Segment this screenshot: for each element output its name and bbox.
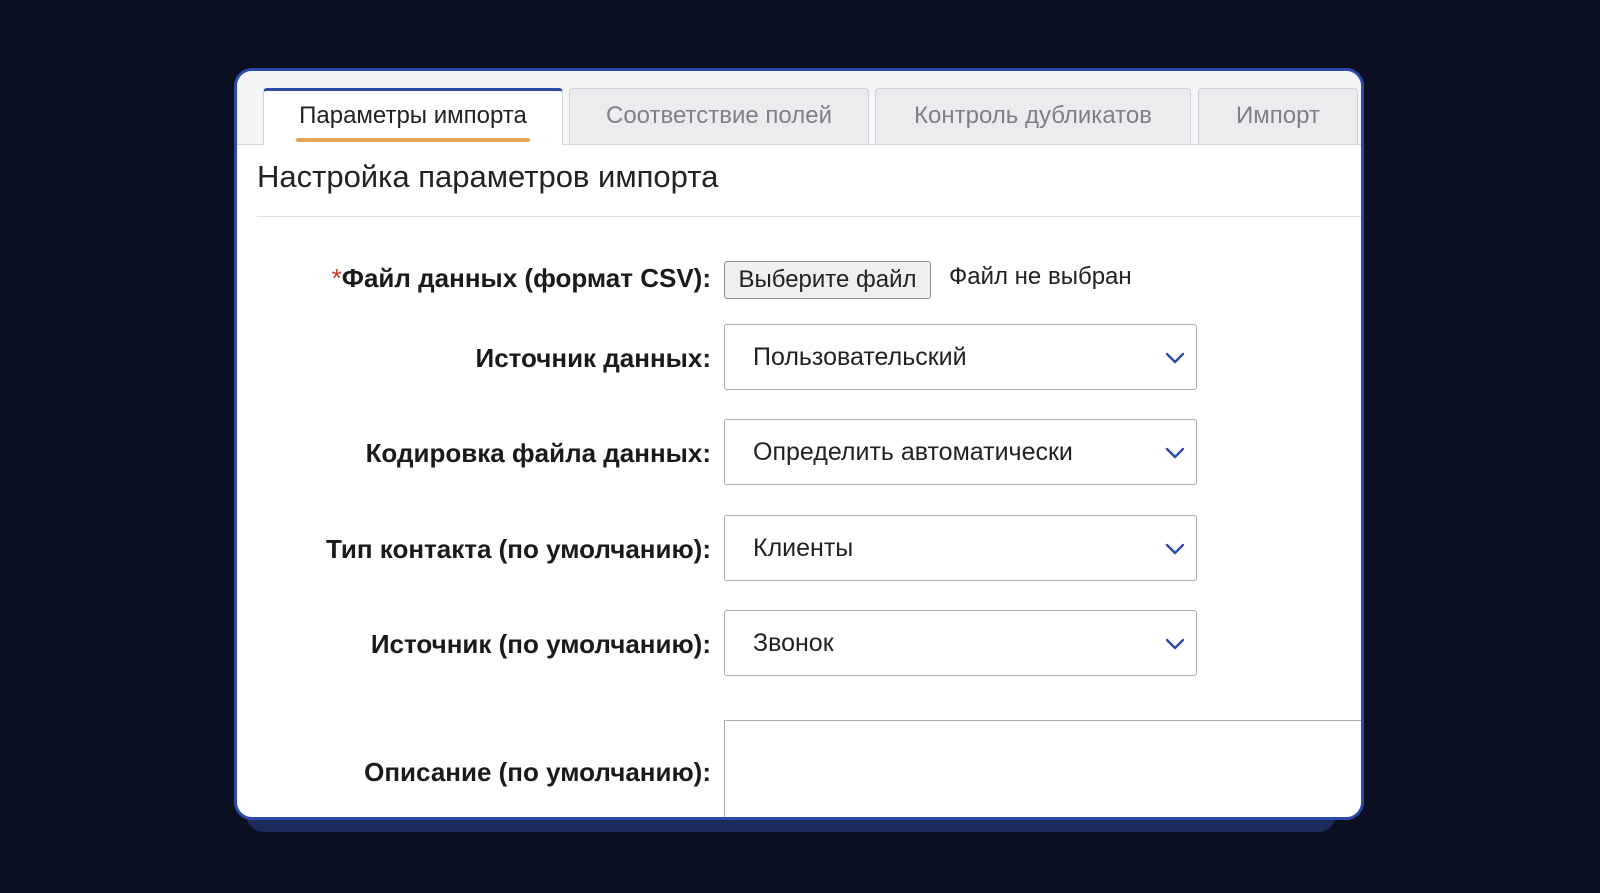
tab-label: Соответствие полей	[606, 102, 832, 129]
chevron-down-icon	[1165, 543, 1185, 555]
tab-field-mapping[interactable]: Соответствие полей	[569, 88, 869, 144]
description-label: Описание (по умолчанию):	[364, 757, 711, 787]
source-value: Звонок	[753, 629, 834, 657]
encoding-select[interactable]: Определить автоматически	[724, 419, 1197, 485]
file-label-text: Файл данных (формат CSV):	[341, 263, 711, 293]
tab-duplicate-control[interactable]: Контроль дубликатов	[875, 88, 1191, 144]
title-divider	[257, 216, 1361, 217]
tab-label: Параметры импорта	[299, 102, 527, 129]
required-mark: *	[331, 263, 342, 293]
data-source-select[interactable]: Пользовательский	[724, 324, 1197, 390]
data-source-value: Пользовательский	[753, 343, 967, 371]
contact-type-select[interactable]: Клиенты	[724, 515, 1197, 581]
chevron-down-icon	[1165, 638, 1185, 650]
encoding-label: Кодировка файла данных:	[365, 438, 711, 468]
chevron-down-icon	[1165, 447, 1185, 459]
description-textarea[interactable]	[724, 720, 1361, 817]
active-tab-underline	[296, 138, 530, 142]
file-status: Файл не выбран	[949, 263, 1132, 290]
page-title: Настройка параметров импорта	[257, 159, 719, 194]
contact-type-label: Тип контакта (по умолчанию):	[325, 534, 711, 564]
tab-import[interactable]: Импорт	[1198, 88, 1358, 144]
source-select[interactable]: Звонок	[724, 610, 1197, 676]
tab-bar: Параметры импорта Соответствие полей Кон…	[237, 71, 1361, 145]
tab-import-parameters[interactable]: Параметры импорта	[263, 88, 563, 145]
file-label: *Файл данных (формат CSV):	[332, 263, 711, 294]
import-settings-window: Параметры импорта Соответствие полей Кон…	[234, 68, 1364, 820]
tab-label: Контроль дубликатов	[914, 102, 1152, 129]
choose-file-button[interactable]: Выберите файл	[724, 261, 931, 299]
chevron-down-icon	[1165, 352, 1185, 364]
tab-label: Импорт	[1236, 102, 1320, 129]
contact-type-value: Клиенты	[753, 534, 854, 562]
source-label: Источник (по умолчанию):	[370, 629, 711, 659]
data-source-label: Источник данных:	[475, 343, 712, 373]
encoding-value: Определить автоматически	[753, 438, 1073, 466]
